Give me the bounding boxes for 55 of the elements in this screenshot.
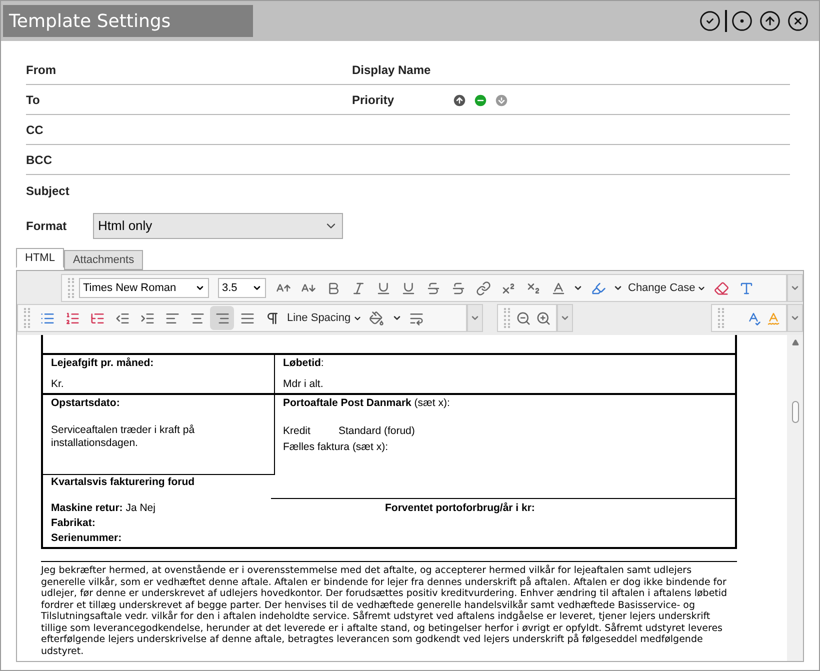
form-text: Serviceaftalen træder i kraft på installationsdagen. [51, 424, 196, 450]
form-label: Maskine retur: Ja Nej [51, 501, 156, 516]
toolbar-grip-icon[interactable] [718, 308, 724, 328]
scroll-up-icon[interactable] [792, 339, 798, 346]
terms-paragraph: Jeg bekræfter hermed, at ovenstående er i overensstemmelse med det aftalte, og accepterer hermed vilkår for lejeaftalen samt udlejers generelle vilkår, som er vedhæftet denne aftale. Aftalen er bindende for lejer fra dennes underskrift på aftalen. Aftalen er dog ikke bindende for udlejer, før denne er underskrevet af udlejers hovedkontor. Der forudsættes positiv kreditvurdering. Enhver ændring til aftalen i aftalens løbetid fordrer et tillæg underskrevet af begge parter. Der henvises til de vedhæftede generelle handelsvilkår samt vedhæftede Basisservice- og Tilslutningsaftale vedr. vilkår for den i aftalen indeholdte service. Såfremt udstyret ved aftalens indgåelse er leveret, tjener lejers underskrift tillige som leverancegodkendelse, herunder at det leverede er i aftalte stand, og betingelser herfor i øvrigt er opfyldt. Såfremt udstyret leveres efterfølgende lejers underskrivelse af denne aftale, betragtes leverancen som godkendt ved lejers underskrift på følgeseddel medfølgende udstyret. [41, 565, 728, 657]
upload-icon[interactable] [759, 10, 781, 32]
form-text: Fælles faktura (sæt x): [283, 440, 390, 454]
form-text: Standard (forud) [338, 424, 415, 439]
caret-icon [790, 283, 800, 293]
caret-icon [252, 283, 262, 293]
caret-icon [790, 313, 800, 323]
field-label: BCC [26, 152, 53, 169]
caret-icon [560, 313, 570, 323]
confirm-icon[interactable] [699, 10, 721, 32]
form-label: Lejeafgift pr. måned: [51, 356, 155, 371]
form-text: Kredit [283, 424, 310, 439]
toolbar-grip-icon[interactable] [24, 308, 30, 328]
radio-dot-icon[interactable] [731, 10, 753, 32]
caret-icon [470, 313, 480, 323]
form-label: Serienummer: [51, 531, 123, 546]
form-text: Kr. [51, 377, 65, 392]
tab[interactable]: HTML [16, 248, 64, 268]
caret-icon [195, 283, 205, 293]
form-label: Portoaftale Post Danmark (sæt x): [283, 396, 451, 411]
field-label: Format [26, 218, 68, 235]
form-label: Forventet portoforbrug/år i kr: [385, 502, 535, 514]
line-spacing-button[interactable]: Line Spacing [285, 310, 364, 326]
toolbar-overflow-button[interactable] [787, 304, 803, 332]
field-label: From [26, 62, 57, 79]
change-case-button[interactable]: Change Case [626, 280, 708, 296]
window-title: Template Settings [3, 5, 253, 37]
field-label: Display Name [352, 62, 431, 79]
align-right-icon[interactable] [210, 306, 234, 330]
font-size-select[interactable]: 3.5 [218, 278, 266, 298]
field-label: To [26, 92, 41, 109]
form-label: Fabrikat: [51, 516, 96, 531]
font-select[interactable]: Times New Roman [79, 278, 209, 298]
toolbar-grip-icon[interactable] [504, 308, 510, 328]
toolbar-overflow-button[interactable] [467, 304, 483, 332]
scrollbar-thumb[interactable] [792, 401, 798, 423]
field-label: CC [26, 122, 44, 139]
minus-icon[interactable] [473, 93, 488, 108]
form-label: Kvartalsvis fakturering forud [51, 475, 195, 490]
form-label: Opstartsdato: [51, 396, 121, 411]
toolbar-grip-icon[interactable] [68, 278, 74, 298]
field-label: Subject [26, 183, 70, 200]
form-label: Løbetid: [283, 356, 325, 371]
field-label: Priority [352, 92, 396, 109]
toolbar-overflow-button[interactable] [787, 274, 803, 302]
arrow-up-icon[interactable] [452, 93, 467, 108]
form-text: Mdr i alt. [283, 377, 324, 392]
close-icon[interactable] [787, 10, 809, 32]
format-select[interactable]: Html only [93, 213, 343, 239]
arrow-down-icon[interactable] [494, 93, 509, 108]
tab[interactable]: Attachments [64, 250, 144, 270]
